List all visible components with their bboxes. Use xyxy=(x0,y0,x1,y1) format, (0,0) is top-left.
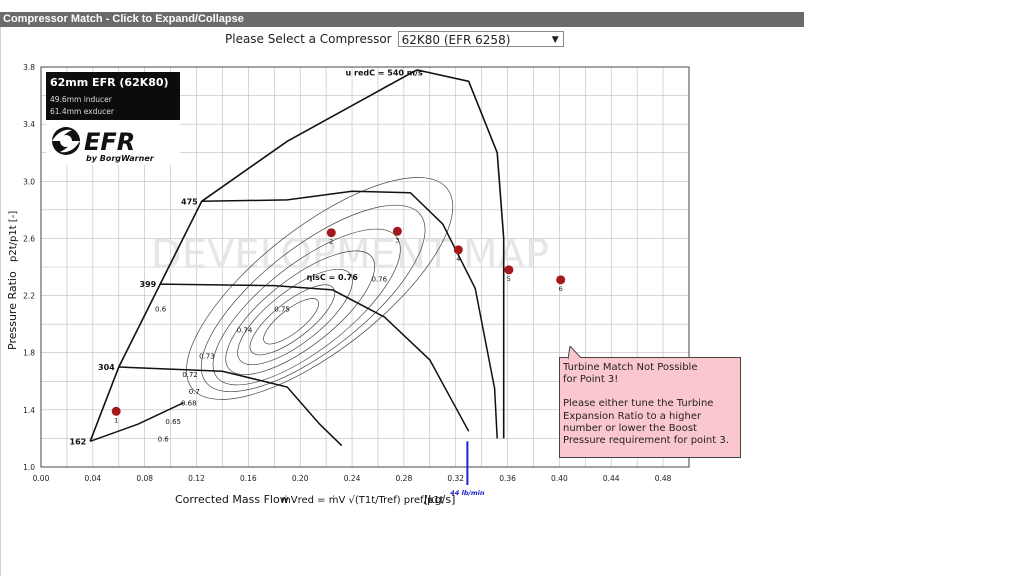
y-axis-title: Pressure Ratio p2t/p1t [-] xyxy=(6,211,19,350)
y-tick-label: 2.2 xyxy=(23,292,35,301)
x-tick-label: 0.24 xyxy=(344,474,361,483)
speed-line-label: 475 xyxy=(181,197,198,206)
y-tick-label: 1.0 xyxy=(23,463,35,472)
chart-labels: 0.6 0.65 0.68 0.7 0.72 0.73 0.74 0.75 0.76 0.6 u r… xyxy=(155,69,485,497)
operating-point xyxy=(392,226,402,236)
y-tick-label: 1.8 xyxy=(23,349,35,358)
x-tick-label: 0.16 xyxy=(240,474,257,483)
brand-exducer: 61.4mm exducer xyxy=(50,107,115,116)
chart-annotation: ηisC = 0.76 xyxy=(307,273,359,282)
operating-point-label: 4 xyxy=(456,255,460,263)
efficiency-label: 0.68 xyxy=(181,400,197,408)
operating-point-label: 1 xyxy=(114,416,118,424)
operating-point xyxy=(453,245,463,255)
tooltip-line1: Turbine Match Not Possible xyxy=(563,362,698,373)
operating-point xyxy=(111,406,121,416)
y-axis-label: Pressure Ratio xyxy=(6,271,19,350)
speed-line-304 xyxy=(118,366,343,447)
y-tick-label: 3.8 xyxy=(23,63,35,72)
turbo-swirl-icon xyxy=(52,127,80,155)
x-tick-label: 0.04 xyxy=(84,474,101,483)
efficiency-label: 0.6 xyxy=(158,435,170,443)
speed-line-label: 304 xyxy=(98,363,115,372)
efr-logo-text: EFR xyxy=(84,128,135,156)
efficiency-label: 0.6 xyxy=(155,305,167,313)
x-tick-label: 0.00 xyxy=(33,474,50,483)
x-axis-unit: [kg/s] xyxy=(424,493,455,506)
x-tick-label: 0.28 xyxy=(396,474,413,483)
operating-point-label: 3 xyxy=(395,236,399,244)
x-axis-label: Corrected Mass Flow xyxy=(175,493,289,506)
tooltip-body: Please either tune the Turbine Expansion… xyxy=(563,398,729,447)
operating-point-label: 6 xyxy=(559,285,563,293)
x-tick-label: 0.48 xyxy=(655,474,672,483)
efficiency-label: 0.74 xyxy=(237,327,253,335)
speed-line-label: 162 xyxy=(70,437,87,446)
brand-inducer: 49.6mm inducer xyxy=(50,95,113,104)
x-tick-label: 0.44 xyxy=(603,474,620,483)
watermark-text: DEVELOPMENT MAP xyxy=(151,232,549,278)
x-axis-formula: ṁVred = ṁV √(T1t/Tref) pref/p1t xyxy=(281,495,444,506)
x-tick-label: 0.12 xyxy=(188,474,205,483)
operating-point xyxy=(556,275,566,285)
efficiency-contour xyxy=(263,298,319,345)
y-tick-label: 2.6 xyxy=(23,234,35,243)
y-axis-formula: p2t/p1t [-] xyxy=(8,211,19,262)
y-tick-label: 1.4 xyxy=(23,406,35,415)
x-tick-label: 0.08 xyxy=(136,474,153,483)
x-tick-label: 0.20 xyxy=(292,474,309,483)
flow-marker-label: 44 lb/min xyxy=(450,489,485,497)
operating-point xyxy=(326,228,336,238)
brand-title: 62mm EFR (62K80) xyxy=(50,76,169,89)
tooltip-line2: for Point 3! xyxy=(563,374,619,386)
y-tick-label: 3.0 xyxy=(23,177,35,186)
compressor-map-chart: DEVELOPMENT MAP 162304399475 0.60.650.68… xyxy=(6,63,690,506)
x-tick-label: 0.36 xyxy=(499,474,516,483)
efficiency-label: 0.73 xyxy=(199,352,215,360)
operating-point-label: 2 xyxy=(329,238,333,246)
borgwarner-text: by BorgWarner xyxy=(86,154,155,163)
operating-point-label: 5 xyxy=(507,275,511,283)
speed-line-label: 399 xyxy=(140,280,157,289)
x-tick-label: 0.40 xyxy=(551,474,568,483)
efficiency-label: 0.75 xyxy=(274,305,290,313)
chart-annotation: u redC = 540 m/s xyxy=(346,69,423,78)
efr-brand-box: 62mm EFR (62K80) 49.6mm inducer 61.4mm e… xyxy=(46,72,180,165)
efficiency-label: 0.65 xyxy=(165,418,181,426)
operating-point xyxy=(504,265,514,275)
efficiency-label: 0.76 xyxy=(371,275,387,283)
efficiency-label: 0.72 xyxy=(182,371,198,379)
tooltip-pointer-icon xyxy=(568,346,584,360)
efficiency-label: 0.7 xyxy=(189,388,200,396)
x-tick-label: 0.32 xyxy=(447,474,464,483)
turbine-match-tooltip: Turbine Match Not Possible for Point 3! … xyxy=(559,346,741,458)
y-tick-label: 3.4 xyxy=(23,120,35,129)
